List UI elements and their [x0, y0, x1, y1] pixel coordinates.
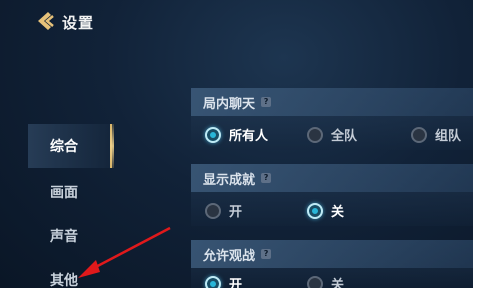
sidebar-item-graphics[interactable]: 画面: [28, 170, 112, 214]
radio-chat-party[interactable]: 组队: [411, 125, 461, 144]
sidebar-item-label: 声音: [50, 229, 78, 245]
spectate-options: 开 关: [191, 268, 473, 288]
radio-off-icon: [205, 202, 221, 219]
sidebar-item-other[interactable]: 其他: [28, 258, 112, 288]
back-arrow-icon[interactable]: [34, 10, 56, 32]
option-label: 全队: [331, 129, 358, 144]
option-label: 开: [229, 205, 243, 220]
screen-edge: [473, 0, 477, 288]
radio-chat-team[interactable]: 全队: [307, 125, 357, 144]
settings-sidebar: 综合 画面 声音 其他: [0, 118, 190, 288]
sidebar-item-label: 其他: [50, 273, 78, 288]
radio-off-icon: [307, 126, 323, 143]
game-settings-screen: 设置 综合 画面 声音 其他 局内聊天 ? 所有人 全队 组队 显示成就 ? 开…: [0, 0, 473, 288]
chat-options: 所有人 全队 组队: [191, 116, 473, 150]
section-title-chat: 局内聊天 ?: [191, 88, 473, 116]
radio-spectate-on[interactable]: 开: [205, 274, 242, 288]
radio-achievements-off[interactable]: 关: [307, 201, 344, 220]
radio-off-icon: [411, 126, 427, 143]
section-title-spectate: 允许观战 ?: [191, 240, 473, 268]
achievements-options: 开 关: [191, 192, 473, 226]
option-label: 组队: [435, 129, 462, 144]
sidebar-item-label: 综合: [50, 139, 78, 155]
radio-spectate-off[interactable]: 关: [307, 274, 344, 288]
help-icon[interactable]: ?: [261, 97, 272, 107]
option-label: 所有人: [229, 129, 269, 144]
section-title-text: 局内聊天: [203, 96, 256, 112]
sidebar-item-general[interactable]: 综合: [28, 124, 114, 168]
section-title-achievements: 显示成就 ?: [191, 164, 473, 192]
option-label: 关: [331, 278, 345, 288]
radio-on-icon: [205, 275, 221, 288]
radio-achievements-on[interactable]: 开: [205, 201, 242, 220]
section-show-achievements: 显示成就 ? 开 关: [191, 164, 473, 226]
radio-chat-everyone[interactable]: 所有人: [205, 125, 268, 144]
top-bar: 设置: [0, 0, 473, 44]
page-title: 设置: [62, 14, 95, 32]
section-title-text: 显示成就: [203, 172, 256, 188]
radio-off-icon: [307, 275, 323, 288]
sidebar-item-label: 画面: [50, 185, 78, 201]
sidebar-item-sound[interactable]: 声音: [28, 214, 112, 258]
section-title-text: 允许观战: [203, 248, 256, 264]
section-allow-spectate: 允许观战 ? 开 关: [191, 240, 473, 288]
radio-on-icon: [307, 202, 323, 219]
radio-on-icon: [205, 126, 221, 143]
help-icon[interactable]: ?: [261, 173, 272, 183]
section-in-game-chat: 局内聊天 ? 所有人 全队 组队: [191, 88, 473, 150]
option-label: 开: [229, 278, 243, 288]
option-label: 关: [331, 205, 345, 220]
help-icon[interactable]: ?: [261, 249, 272, 259]
